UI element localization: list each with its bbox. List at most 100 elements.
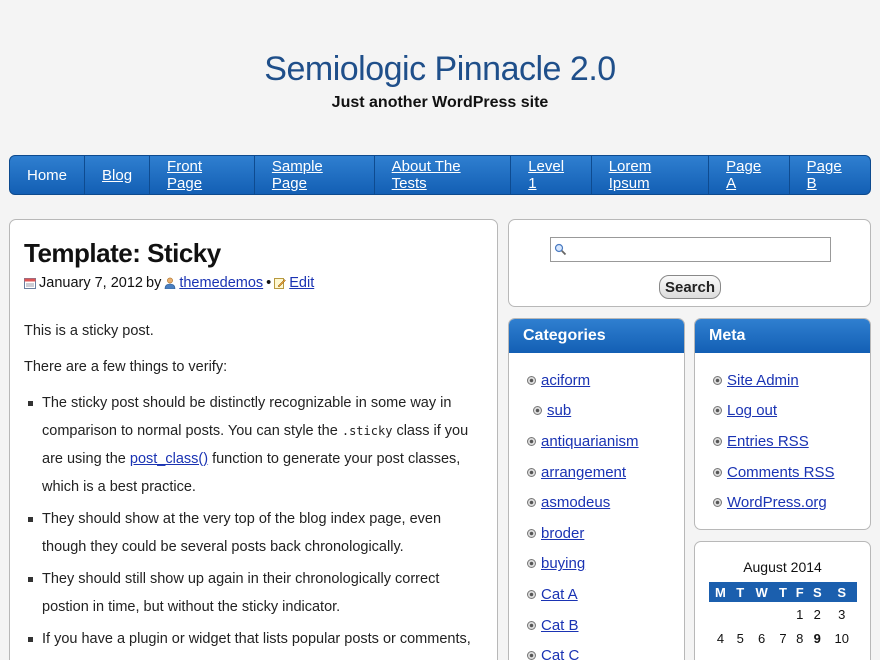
calendar-widget: August 2014 M T W T F S S 1 2 3 4 5 6 7 … (694, 541, 871, 660)
category-link[interactable]: sub (547, 402, 571, 419)
post-meta: January 7, 2012 by themedemos • Edit (24, 275, 483, 291)
category-link[interactable]: asmodeus (541, 494, 610, 511)
category-link[interactable]: Cat C (541, 647, 579, 660)
categories-list: aciform sub antiquarianism arrangement a… (509, 353, 684, 660)
meta-link[interactable]: Comments RSS (727, 464, 835, 481)
categories-widget: Categories aciform sub antiquarianism ar… (508, 318, 685, 660)
calendar-icon (24, 278, 36, 289)
category-item: sub (509, 396, 684, 427)
nav-label: Level 1 (528, 158, 565, 192)
bullet-icon (527, 620, 536, 630)
post-author-link[interactable]: themedemos (179, 275, 263, 291)
edit-icon (274, 278, 287, 289)
calendar-day: 1 (796, 606, 804, 622)
list-item: The sticky post should be distinctly rec… (24, 389, 483, 501)
nav-label: Blog (102, 166, 133, 184)
bullet-icon (527, 589, 536, 599)
post-paragraph: There are a few things to verify: (24, 359, 228, 375)
search-input[interactable] (550, 237, 831, 262)
nav-label: About The Tests (391, 158, 461, 192)
meta-link[interactable]: Site Admin (727, 372, 799, 389)
nav-label: Page A (726, 158, 762, 192)
nav-item-page-b[interactable]: Page B (790, 156, 870, 194)
category-item: asmodeus (509, 487, 684, 518)
category-link[interactable]: aciform (541, 372, 590, 389)
search-widget: Search (508, 219, 871, 307)
post-class-link[interactable]: post_class() (130, 451, 208, 467)
bullet-icon (713, 498, 722, 508)
calendar-table: M T W T F S S 1 2 3 4 5 6 7 8 9 10 (709, 582, 857, 650)
meta-item: Site Admin (695, 365, 870, 396)
search-icon (554, 243, 567, 256)
calendar-day-header: F (791, 582, 809, 602)
nav-item-level-1[interactable]: Level 1 (511, 156, 592, 194)
category-item: broder (509, 518, 684, 549)
calendar-day: 3 (838, 606, 846, 622)
nav-item-page-a[interactable]: Page A (709, 156, 790, 194)
category-link[interactable]: Cat B (541, 617, 579, 634)
nav-label: Home (27, 166, 68, 184)
site-title[interactable]: Semiologic Pinnacle 2.0 (0, 50, 880, 89)
post-body: This is a sticky post. There are a few t… (24, 317, 483, 653)
meta-link[interactable]: Log out (727, 402, 777, 419)
category-link[interactable]: Cat A (541, 586, 578, 603)
meta-item: Comments RSS (695, 457, 870, 488)
meta-item: Log out (695, 396, 870, 427)
post-title: Template: Sticky (24, 238, 221, 268)
category-item: buying (509, 549, 684, 580)
bullet-icon (713, 375, 722, 385)
category-item: aciform (509, 365, 684, 396)
post-list: The sticky post should be distinctly rec… (24, 389, 483, 653)
bullet-icon (527, 375, 536, 385)
calendar-day-today: 9 (813, 630, 821, 646)
category-link[interactable]: antiquarianism (541, 433, 639, 450)
nav-label: Page B (806, 158, 842, 192)
category-item: Cat B (509, 610, 684, 641)
search-button[interactable]: Search (659, 275, 721, 299)
bullet-icon (527, 467, 536, 477)
nav-item-sample-page[interactable]: Sample Page (255, 156, 375, 194)
post-panel: Template: Sticky January 7, 2012 by them… (9, 219, 498, 660)
calendar-day (749, 602, 775, 626)
calendar-day-header: T (774, 582, 792, 602)
meta-link[interactable]: Entries RSS (727, 433, 809, 450)
nav-item-home[interactable]: Home (10, 156, 86, 194)
calendar-day: 6 (757, 630, 766, 646)
calendar-day: 8 (796, 630, 804, 646)
meta-list: Site Admin Log out Entries RSS Comments … (695, 353, 870, 518)
category-item: antiquarianism (509, 426, 684, 457)
code-sticky: .sticky (341, 424, 393, 438)
post-date: January 7, 2012 (39, 275, 143, 291)
post-meta-separator: • (266, 275, 272, 291)
bullet-icon (527, 651, 536, 660)
nav-item-blog[interactable]: Blog (85, 156, 151, 194)
nav-item-about-the-tests[interactable]: About The Tests (375, 156, 512, 194)
category-link[interactable]: broder (541, 525, 584, 542)
nav-item-front-page[interactable]: Front Page (150, 156, 255, 194)
calendar-day (775, 602, 792, 626)
bullet-icon (713, 436, 722, 446)
category-item: Cat C (509, 640, 684, 660)
nav-label: Lorem Ipsum (608, 158, 652, 192)
categories-title: Categories (509, 319, 684, 353)
calendar-caption: August 2014 (743, 559, 822, 575)
category-item: Cat A (509, 579, 684, 610)
category-item: arrangement (509, 457, 684, 488)
calendar-day-header: M (709, 582, 732, 602)
list-item: They should still show up again in their… (24, 565, 483, 621)
meta-widget: Meta Site Admin Log out Entries RSS Comm… (694, 318, 871, 530)
calendar-day (732, 602, 749, 626)
nav-item-lorem-ipsum[interactable]: Lorem Ipsum (592, 156, 710, 194)
calendar-day-header: S (826, 582, 857, 602)
calendar-day (709, 602, 732, 626)
calendar-day-header: T (731, 582, 749, 602)
meta-item: Entries RSS (695, 426, 870, 457)
bullet-icon (527, 498, 536, 508)
bullet-icon (527, 528, 536, 538)
calendar-day: 5 (736, 630, 744, 646)
category-link[interactable]: arrangement (541, 464, 626, 481)
category-link[interactable]: buying (541, 555, 585, 572)
calendar-day: 10 (834, 630, 849, 646)
meta-link[interactable]: WordPress.org (727, 494, 827, 511)
post-edit-link[interactable]: Edit (289, 275, 314, 291)
